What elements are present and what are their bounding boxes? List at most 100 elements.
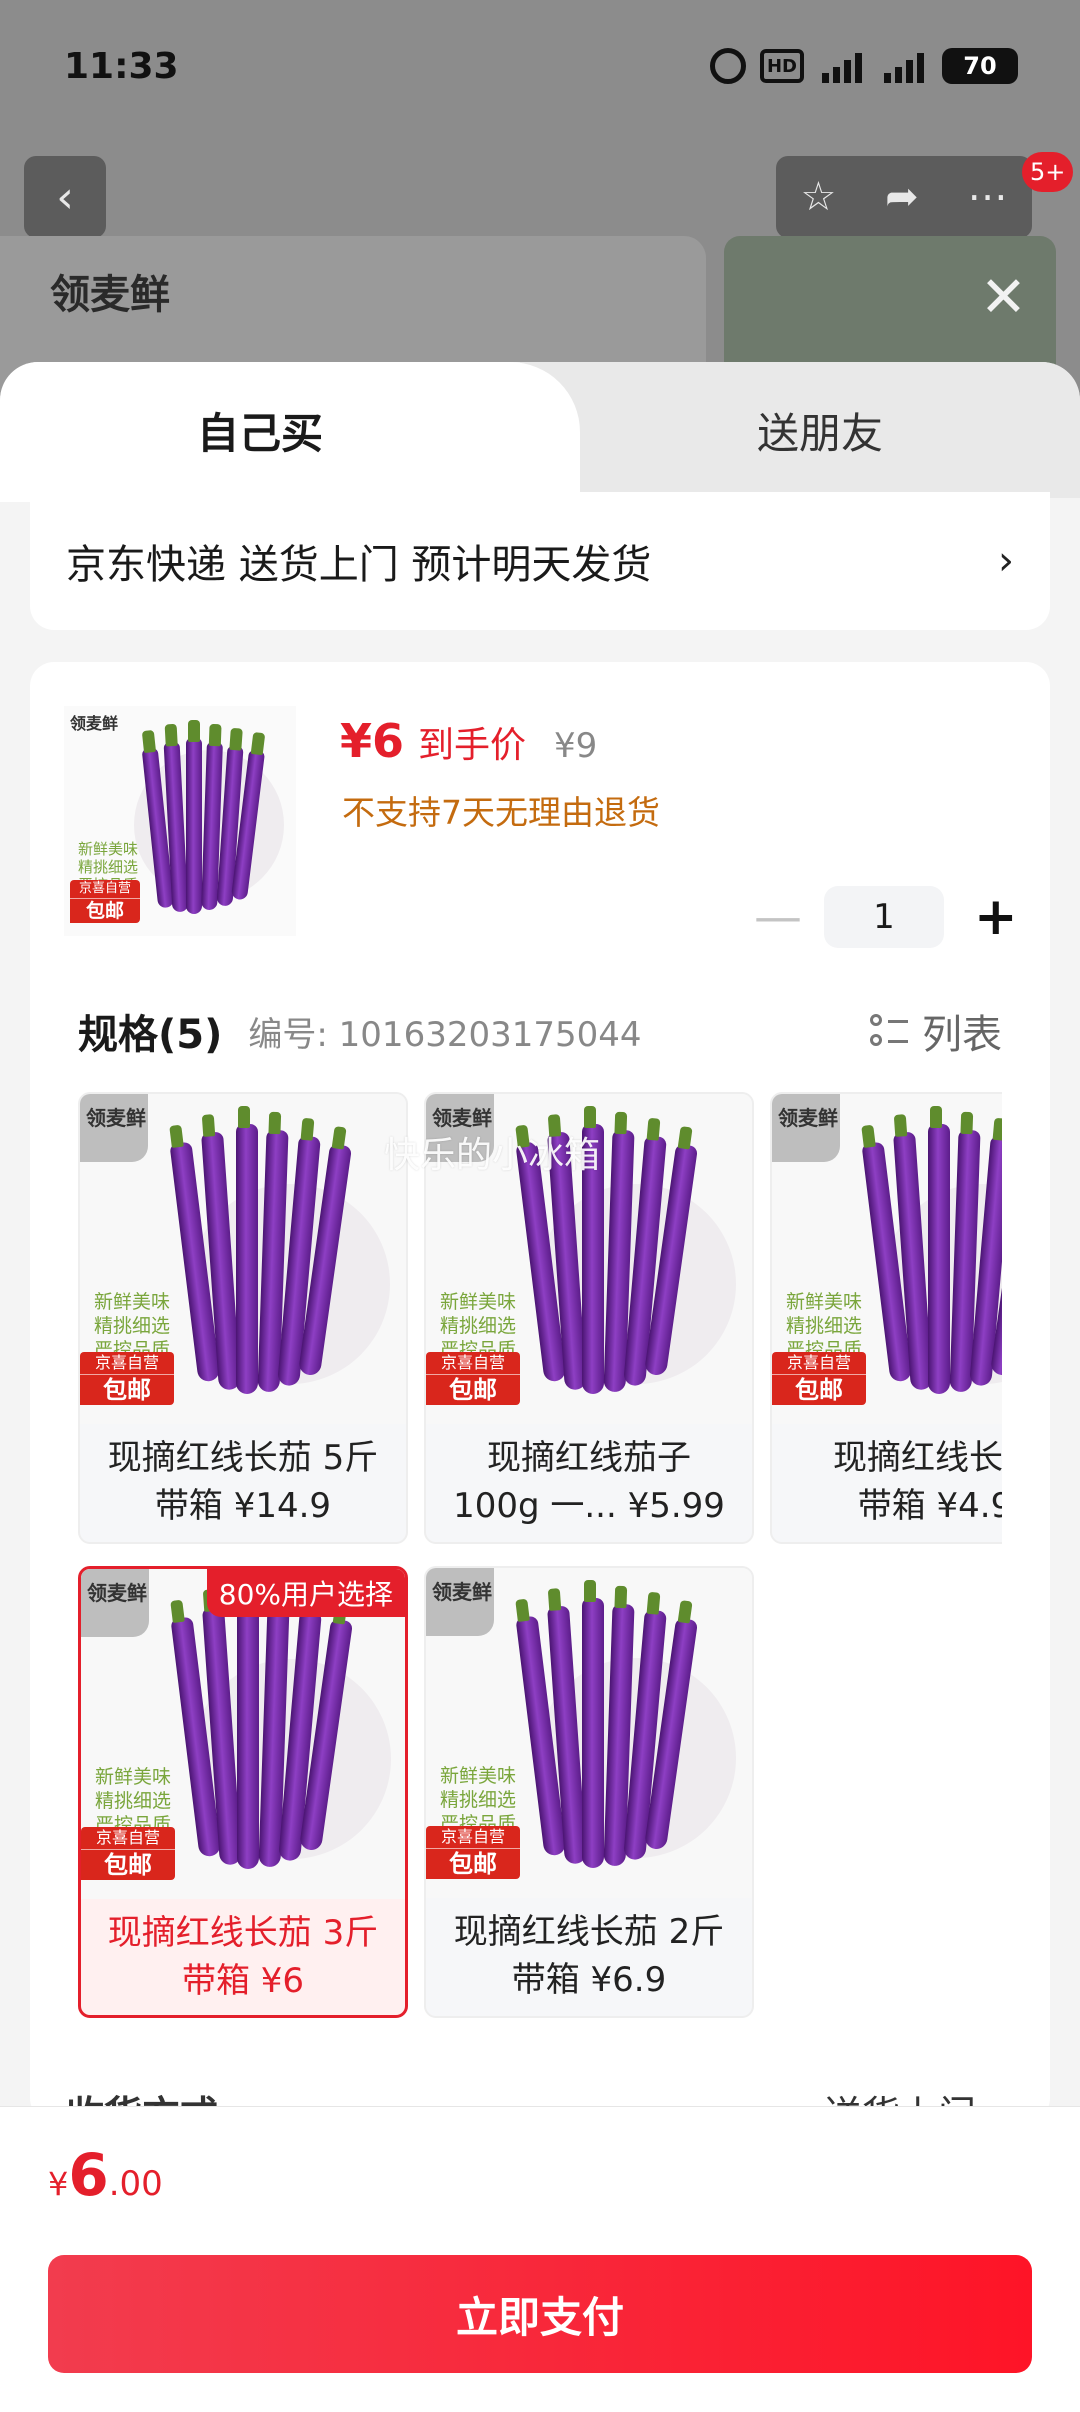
- quantity-stepper: — 1 +: [754, 886, 1018, 948]
- spec-option-line1: 现摘红线茄子: [487, 1438, 691, 1478]
- spec-option-line2: 带箱 ¥14.9: [154, 1486, 332, 1526]
- badge-bottom: 包邮: [449, 1850, 497, 1878]
- badge-bottom: 包邮: [85, 900, 124, 922]
- list-icon: [870, 1012, 908, 1050]
- total-decimal: .00: [108, 2164, 163, 2204]
- back-button[interactable]: ‹: [24, 156, 106, 238]
- badge-top: 京喜自营: [426, 1352, 520, 1375]
- product-code: 编号: 10163203175044: [248, 1014, 642, 1055]
- spec-option-brand: 领麦鲜: [87, 1581, 147, 1605]
- shipping-row[interactable]: 京东快递 送货上门 预计明天发货 ›: [30, 492, 1050, 630]
- total-currency: ¥: [48, 2165, 69, 2203]
- self-operated-badge: 京喜自营 包邮: [70, 880, 140, 923]
- spec-option-label: 现摘红线长茄 3斤 带箱 ¥6: [81, 1905, 405, 2015]
- spec-option-line2: 带箱 ¥6: [181, 1961, 305, 2001]
- spec-option-label: 现摘红线长茄 2斤 带箱 ¥6.9: [426, 1904, 752, 2014]
- tagline-line: 精挑细选: [94, 1315, 171, 1337]
- more-icon[interactable]: ⋯: [968, 174, 1008, 220]
- badge-top: 京喜自营: [81, 1827, 175, 1850]
- self-operated-badge: 京喜自营 包邮: [426, 1826, 520, 1879]
- eggplant-illustration: [515, 1580, 700, 1886]
- original-price: ¥9: [554, 726, 598, 766]
- pay-now-button[interactable]: 立即支付: [48, 2255, 1032, 2373]
- star-icon[interactable]: ☆: [800, 174, 836, 220]
- purchase-sheet: 自己买 送朋友 京东快递 送货上门 预计明天发货 › 领麦鲜 新鲜美味 精挑细选…: [0, 362, 1080, 2412]
- return-policy-note: 不支持7天无理由退货: [342, 793, 660, 832]
- chevron-left-icon: ‹: [56, 171, 74, 223]
- badge-bottom: 包邮: [104, 1851, 152, 1879]
- badge-bottom: 包邮: [449, 1376, 497, 1404]
- spec-header: 规格(5) 编号: 10163203175044 列表: [78, 1002, 1002, 1060]
- alarm-icon: [710, 48, 746, 84]
- spec-option-label: 现摘红线茄子 100g 一... ¥5.99: [426, 1430, 752, 1540]
- tagline-line: 精挑细选: [95, 1790, 172, 1812]
- spec-option-image: 领麦鲜 新鲜美味 精挑细选 严控品质 京喜自营 包邮: [80, 1094, 406, 1424]
- status-bar: 11:33 HD 70: [0, 0, 1080, 140]
- badge-bottom: 包邮: [795, 1376, 843, 1404]
- increase-button[interactable]: +: [974, 887, 1018, 947]
- top-toolbar: ☆ ➦ ⋯: [776, 156, 1032, 238]
- final-price: ¥6: [340, 714, 405, 768]
- receive-method-value: 送货上门: [824, 2084, 976, 2108]
- list-view-toggle[interactable]: 列表: [870, 1002, 1002, 1060]
- spec-option-line1: 现摘红线长茄 3斤: [107, 1913, 379, 1953]
- purchase-tabs: 自己买 送朋友: [0, 362, 1080, 502]
- watermark: 快乐的小冰箱: [384, 1135, 601, 1176]
- spec-option-label: 现摘红线长茄 带箱 ¥4.9: [772, 1430, 1002, 1540]
- spec-option-image: 领麦鲜 新鲜美味 精挑细选 严控品质 京喜自营 包邮: [81, 1569, 405, 1899]
- self-operated-badge: 京喜自营 包邮: [81, 1827, 175, 1880]
- tab-gift-friend[interactable]: 送朋友: [560, 362, 1080, 498]
- spec-option-brand: 领麦鲜: [432, 1580, 492, 1604]
- receive-method-row[interactable]: 收货方式 送货上门: [66, 2084, 1016, 2108]
- spec-options-grid: 领麦鲜 新鲜美味 精挑细选 严控品质 京喜自营 包邮 现摘红线长茄 5斤 带箱 …: [78, 1092, 1002, 2082]
- eggplant-illustration: [861, 1106, 1002, 1412]
- decrease-button[interactable]: —: [754, 889, 802, 945]
- spec-option-line1: 现摘红线长茄: [833, 1438, 1002, 1478]
- spec-option[interactable]: 领麦鲜 新鲜美味 精挑细选 严控品质 京喜自营 包邮: [78, 1566, 408, 2018]
- product-image-brand: 领麦鲜: [70, 714, 119, 733]
- spec-option-brand: 领麦鲜: [86, 1106, 146, 1130]
- tagline-line: 新鲜美味: [78, 840, 139, 858]
- popular-choice-tag: 80%用户选择: [206, 1569, 405, 1617]
- self-operated-badge: 京喜自营 包邮: [80, 1352, 174, 1405]
- signal-icon: [818, 49, 866, 83]
- spec-title: 规格(5): [78, 1012, 223, 1058]
- tagline-line: 新鲜美味: [95, 1766, 172, 1788]
- eggplant-illustration: [141, 720, 270, 926]
- tagline-line: 精挑细选: [78, 858, 139, 876]
- quantity-value[interactable]: 1: [824, 886, 944, 948]
- hd-icon: HD: [760, 49, 804, 83]
- status-icons: HD 70: [710, 48, 1018, 84]
- tagline-line: 精挑细选: [440, 1315, 517, 1337]
- checkout-footer: ¥ 6 .00 立即支付: [0, 2106, 1080, 2412]
- eggplant-illustration: [170, 1581, 355, 1887]
- badge-top: 京喜自营: [80, 1352, 174, 1375]
- share-icon[interactable]: ➦: [885, 174, 919, 220]
- tagline-line: 新鲜美味: [440, 1291, 517, 1313]
- status-time: 11:33: [64, 46, 179, 87]
- spec-option-line2: 带箱 ¥4.9: [857, 1486, 1002, 1526]
- tagline-line: 精挑细选: [786, 1315, 863, 1337]
- eggplant-illustration: [169, 1106, 354, 1412]
- hero-brand: 领麦鲜: [50, 272, 170, 318]
- total-integer: 6: [68, 2141, 109, 2209]
- close-icon[interactable]: ✕: [980, 270, 1027, 326]
- spec-option[interactable]: 领麦鲜 新鲜美味 精挑细选 严控品质 京喜自营 包邮: [770, 1092, 1002, 1544]
- tab-buy-self[interactable]: 自己买: [0, 362, 520, 498]
- tagline-line: 新鲜美味: [94, 1291, 171, 1313]
- self-operated-badge: 京喜自营 包邮: [426, 1352, 520, 1405]
- badge-top: 京喜自营: [70, 880, 140, 899]
- spec-option-line2: 100g 一... ¥5.99: [453, 1486, 725, 1526]
- spec-option-label: 现摘红线长茄 5斤 带箱 ¥14.9: [80, 1430, 406, 1540]
- spec-option[interactable]: 领麦鲜 新鲜美味 精挑细选 严控品质 京喜自营 包邮: [424, 1566, 754, 2018]
- shipping-text: 京东快递 送货上门 预计明天发货: [66, 542, 652, 588]
- spec-option[interactable]: 领麦鲜 新鲜美味 精挑细选 严控品质 京喜自营 包邮: [78, 1092, 408, 1544]
- badge-top: 京喜自营: [426, 1826, 520, 1849]
- spec-option-brand: 领麦鲜: [778, 1106, 838, 1130]
- badge-top: 京喜自营: [772, 1352, 866, 1375]
- final-price-label: 到手价: [418, 725, 527, 766]
- signal-icon: [880, 49, 928, 83]
- tagline-line: 新鲜美味: [786, 1291, 863, 1313]
- chevron-right-icon: ›: [998, 538, 1014, 584]
- tagline-line: 精挑细选: [440, 1789, 517, 1811]
